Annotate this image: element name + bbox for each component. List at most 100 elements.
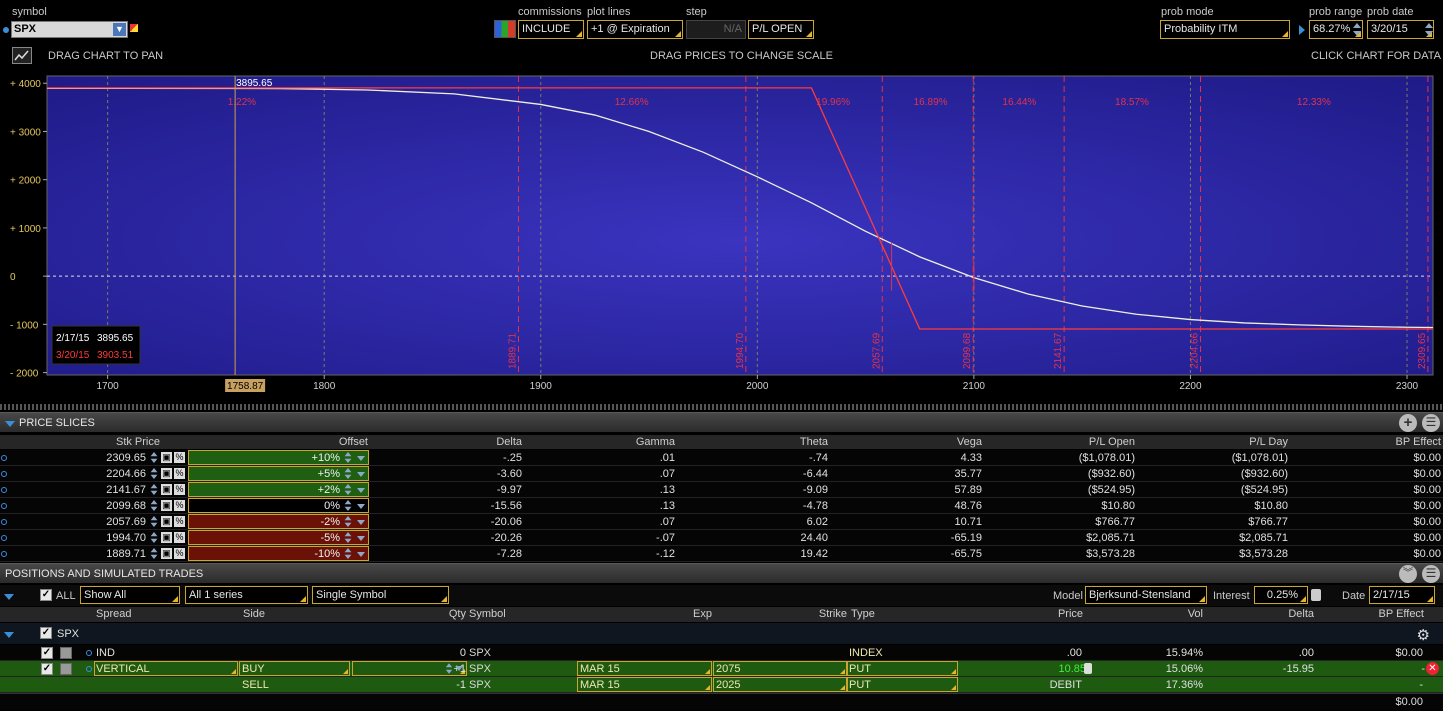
symbol-dropdown-icon[interactable]: ▼ (113, 23, 126, 36)
offset-spinner-icon[interactable] (344, 515, 353, 528)
row-dot-icon[interactable] (1, 503, 7, 509)
price[interactable]: DEBIT (1050, 679, 1082, 691)
type[interactable]: PUT (849, 679, 871, 691)
stk-price[interactable]: 1994.70 (106, 532, 146, 544)
lock-icon[interactable]: ▣ (161, 484, 172, 495)
offset-spinner-icon[interactable] (344, 531, 353, 544)
stk-price[interactable]: 2057.69 (106, 516, 146, 528)
position-row[interactable]: ✓ IND 0 SPX INDEX .00 15.94% .00 $0.00 (0, 645, 1443, 661)
risk-profile-chart[interactable]: + 4000 + 3000 + 2000 + 1000 0 - 1000 - 2000 170… (0, 68, 1443, 403)
stk-price[interactable]: 2204.66 (106, 468, 146, 480)
lock-icon[interactable]: ▣ (161, 468, 172, 479)
offset-dropdown-icon[interactable] (357, 456, 365, 461)
offset-field[interactable] (188, 450, 369, 465)
row-dot-icon[interactable] (1, 551, 7, 557)
row-dot-icon[interactable] (1, 471, 7, 477)
offset-value[interactable]: +2% (318, 484, 340, 496)
positions-header[interactable]: POSITIONS AND SIMULATED TRADES ︾ ☰ (0, 563, 1443, 583)
price-slice-row[interactable]: 1994.70 ▣% -5% -20.26 -.07 24.40 -65.19 $2,085.… (0, 530, 1443, 546)
offset-dropdown-icon[interactable] (357, 488, 365, 493)
type[interactable]: INDEX (849, 647, 883, 659)
col-header-bp-effect[interactable]: BP Effect (1396, 436, 1441, 448)
pos-col-header-delta[interactable]: Delta (1288, 608, 1314, 620)
stk-price[interactable]: 2099.68 (106, 500, 146, 512)
pos-col-header-spread[interactable]: Spread (96, 608, 131, 620)
pos-col-header-qty[interactable]: Qty (449, 608, 466, 620)
offset-field[interactable] (188, 466, 369, 481)
position-toggle-icon[interactable] (60, 647, 72, 659)
pos-col-header-price[interactable]: Price (1058, 608, 1083, 620)
stk-spinner-icon[interactable] (150, 451, 159, 464)
spread-dot-icon[interactable] (86, 666, 92, 672)
offset-field[interactable] (188, 530, 369, 545)
link-dot-icon[interactable] (3, 27, 9, 33)
col-header-stk-price[interactable]: Stk Price (116, 436, 160, 448)
stk-spinner-icon[interactable] (150, 499, 159, 512)
gear-icon[interactable]: ⚙ (1417, 626, 1430, 644)
position-toggle-icon[interactable] (60, 663, 72, 675)
filter-collapse-icon[interactable] (4, 594, 14, 600)
price-slice-row[interactable]: 2099.68 ▣% 0% -15.56 .13 -4.78 48.76 $10.80 $10.… (0, 498, 1443, 514)
lock-icon[interactable]: ▣ (161, 516, 172, 527)
percent-icon[interactable]: % (174, 532, 185, 543)
exp[interactable]: MAR 15 (580, 679, 620, 691)
color-flag-icon[interactable] (130, 24, 138, 32)
position-checkbox[interactable]: ✓ (41, 647, 53, 659)
offset-value[interactable]: +10% (312, 452, 340, 464)
offset-field[interactable] (188, 482, 369, 497)
offset-field[interactable] (188, 498, 369, 513)
stk-spinner-icon[interactable] (150, 483, 159, 496)
offset-dropdown-icon[interactable] (357, 536, 365, 541)
side[interactable]: SELL (242, 679, 269, 691)
offset-dropdown-icon[interactable] (357, 520, 365, 525)
offset-value[interactable]: -2% (320, 516, 340, 528)
percent-icon[interactable]: % (174, 516, 185, 527)
lock-icon[interactable] (1311, 589, 1321, 601)
side[interactable]: BUY (242, 663, 265, 675)
row-dot-icon[interactable] (1, 519, 7, 525)
pos-col-header-symbol[interactable]: Symbol (469, 608, 506, 620)
date-input[interactable]: 2/17/15 (1369, 586, 1435, 604)
interest-input[interactable]: 0.25% (1254, 586, 1308, 604)
price-lock-icon[interactable] (1084, 663, 1092, 674)
price-slice-row[interactable]: 1889.71 ▣% -10% -7.28 -.12 19.42 -65.75 $3,573.… (0, 546, 1443, 562)
offset-field[interactable] (188, 514, 369, 529)
group-collapse-icon[interactable] (4, 632, 14, 638)
lock-icon[interactable]: ▣ (161, 532, 172, 543)
chart-settings-icon[interactable] (12, 47, 32, 64)
symbol-input[interactable]: SPX ▼ (11, 21, 128, 38)
prob-mode-select[interactable]: Probability ITM (1160, 20, 1290, 39)
col-header-offset[interactable]: Offset (339, 436, 368, 448)
percent-icon[interactable]: % (174, 500, 185, 511)
position-checkbox[interactable]: ✓ (41, 663, 53, 675)
offset-dropdown-icon[interactable] (357, 552, 365, 557)
positions-menu-icon[interactable]: ☰ (1422, 565, 1440, 583)
qty-dropdown-icon[interactable] (455, 666, 463, 671)
model-select[interactable]: Bjerksund-Stensland (1085, 586, 1207, 604)
filter-show-select[interactable]: Show All (80, 586, 180, 604)
price-slices-header[interactable]: PRICE SLICES + ☰ (0, 412, 1443, 432)
percent-icon[interactable]: % (174, 452, 185, 463)
price-slice-row[interactable]: 2309.65 ▣% +10% -.25 .01 -.74 4.33 ($1,078.01) (… (0, 450, 1443, 466)
collapse-all-icon[interactable]: ︾ (1399, 565, 1417, 583)
prob-range-spinner-icon[interactable] (1352, 22, 1362, 37)
group-checkbox[interactable]: ✓ (40, 627, 52, 639)
offset-value[interactable]: +5% (318, 468, 340, 480)
price[interactable]: 10.85 (1058, 663, 1086, 675)
filter-series-select[interactable]: All 1 series (185, 586, 308, 604)
position-row[interactable]: ✓ VERTICAL BUY +1 SPX MAR 15 2075 PUT 10.85 15.06… (0, 661, 1443, 677)
lock-icon[interactable]: ▣ (161, 452, 172, 463)
spread-dot-icon[interactable] (86, 650, 92, 656)
prob-date-spinner-icon[interactable] (1424, 22, 1434, 37)
pos-col-header-bp-effect[interactable]: BP Effect (1379, 608, 1424, 620)
collapse-arrow-icon[interactable] (5, 421, 15, 427)
pos-col-header-type[interactable]: Type (851, 608, 875, 620)
price-slice-row[interactable]: 2141.67 ▣% +2% -9.97 .13 -9.09 57.89 ($524.95) (… (0, 482, 1443, 498)
percent-icon[interactable]: % (174, 484, 185, 495)
type[interactable]: PUT (849, 663, 871, 675)
all-checkbox[interactable]: ✓ (40, 589, 52, 601)
pos-col-header-strike[interactable]: Strike (819, 608, 847, 620)
row-dot-icon[interactable] (1, 487, 7, 493)
position-row[interactable]: SELL -1 SPX MAR 15 2025 PUT DEBIT 17.36% - (0, 677, 1443, 693)
filter-symbol-select[interactable]: Single Symbol (312, 586, 449, 604)
